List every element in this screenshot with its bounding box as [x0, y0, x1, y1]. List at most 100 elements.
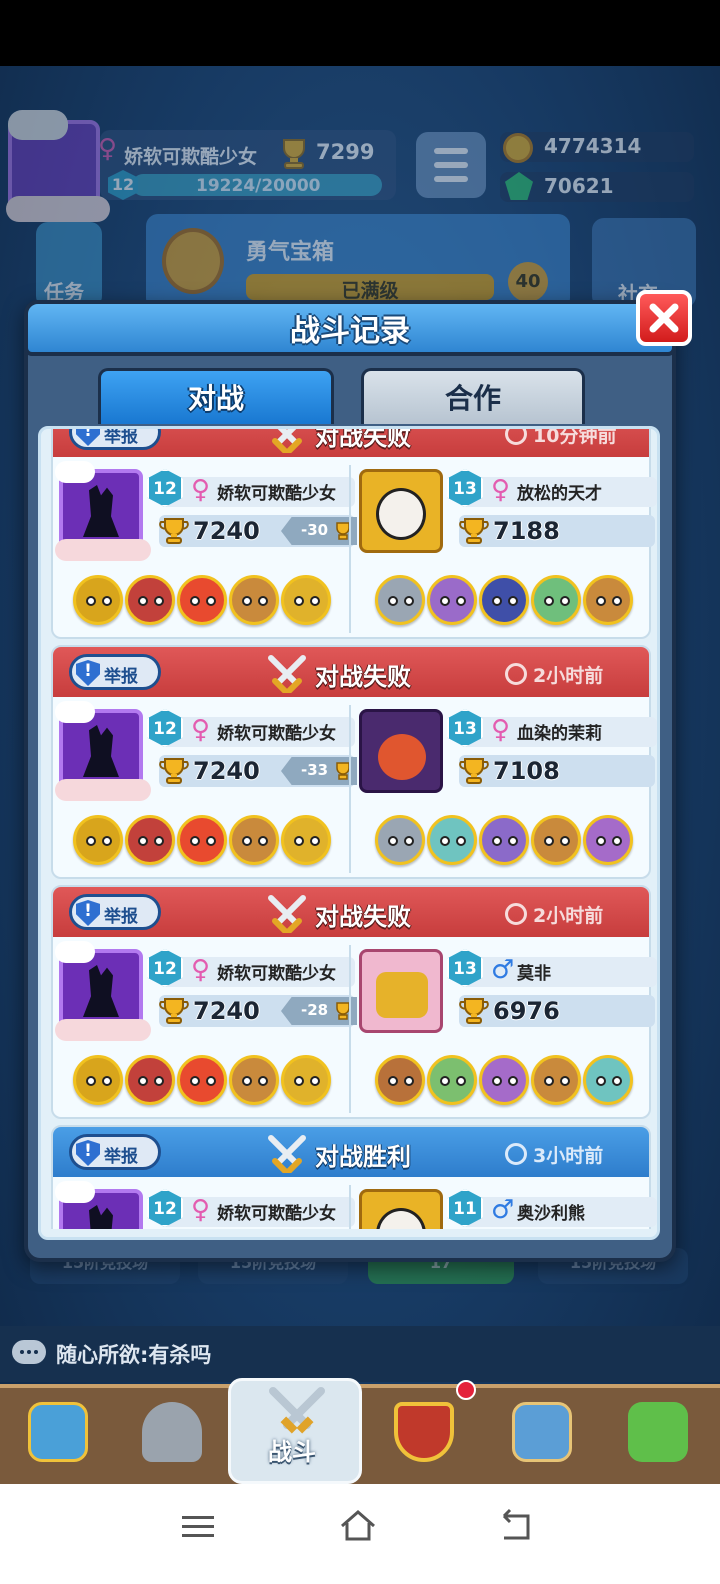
unit-icon[interactable] [229, 575, 279, 625]
records-list[interactable]: 举报 对战失败 10分钟前 12 ♀ 娇软可欺酷少女 7240 [38, 426, 660, 1240]
chest-number: 40 [508, 262, 548, 302]
trophy-row: 7240 -28 [159, 995, 357, 1027]
report-button[interactable]: 举报 [69, 1134, 161, 1170]
unit-icon[interactable] [177, 1055, 227, 1105]
my-info: 12 ♀ 娇软可欺酷少女 7240 -28 [147, 943, 387, 1043]
unit-icon[interactable] [125, 815, 175, 865]
unit-icon[interactable] [281, 815, 331, 865]
unit-icon[interactable] [73, 575, 123, 625]
unit-icon[interactable] [427, 1055, 477, 1105]
nav-tab-clan[interactable] [372, 1392, 472, 1480]
unit-icon[interactable] [583, 1055, 633, 1105]
report-button[interactable]: 举报 [69, 654, 161, 690]
nav-tab-events[interactable] [606, 1392, 706, 1480]
female-icon: ♀ [491, 715, 511, 745]
trophy-row: 6976 [459, 995, 655, 1027]
female-icon: ♀ [191, 475, 211, 505]
chat-bubble-icon [12, 1340, 46, 1364]
opponent-info: 13 ♂ 莫非 6976 [447, 943, 657, 1043]
unit-icon[interactable] [73, 1055, 123, 1105]
timer-icon [505, 663, 527, 685]
record-header: 举报 对战失败 10分钟前 [53, 426, 649, 457]
trophy-icon [283, 139, 305, 169]
report-button[interactable]: 举报 [69, 894, 161, 930]
unit-icon[interactable] [531, 575, 581, 625]
close-icon[interactable] [648, 302, 680, 334]
report-label: 举报 [104, 427, 138, 447]
female-icon: ♀ [191, 1195, 211, 1225]
unit-icon[interactable] [583, 815, 633, 865]
unit-icon[interactable] [177, 575, 227, 625]
unit-icon[interactable] [73, 815, 123, 865]
report-label: 举报 [104, 1147, 138, 1167]
xp-text: 19224/20000 [196, 176, 321, 196]
trophy-icon [459, 518, 489, 544]
battle-time: 10分钟前 [533, 426, 617, 447]
nav-battle-label: 战斗 [268, 1438, 316, 1466]
tab-versus[interactable]: 对战 [98, 368, 334, 424]
trophy-icon [159, 1237, 189, 1240]
divider [349, 465, 351, 633]
female-icon: ♀ [491, 475, 511, 505]
home-icon[interactable] [338, 1506, 378, 1546]
unit-icon[interactable] [125, 1055, 175, 1105]
unit-icon[interactable] [229, 815, 279, 865]
my-avatar[interactable] [55, 701, 151, 801]
opponent-info: 13 ♀ 血染的茉莉 7108 [447, 703, 657, 803]
nav-tab-shop[interactable] [6, 1392, 106, 1480]
player-name: 娇软可欺酷少女 [217, 964, 336, 984]
nav-tab-social[interactable] [490, 1392, 590, 1480]
shield-alert-icon [76, 660, 100, 686]
my-avatar[interactable] [55, 461, 151, 561]
unit-icon[interactable] [229, 1055, 279, 1105]
player-name: 娇软可欺酷少女 [217, 724, 336, 744]
battle-time: 3小时前 [533, 1145, 604, 1167]
unit-icon[interactable] [281, 1055, 331, 1105]
sprout-icon [628, 1402, 688, 1462]
people-icon [512, 1402, 572, 1462]
trophy-icon [159, 998, 189, 1024]
unit-icon[interactable] [583, 575, 633, 625]
opponent-avatar[interactable] [359, 709, 443, 793]
battle-result: 对战失败 [315, 663, 411, 691]
my-info: 12 ♀ 娇软可欺酷少女 7240 -30 [147, 463, 387, 563]
opponent-avatar[interactable] [359, 469, 443, 553]
opponent-avatar[interactable] [359, 949, 443, 1033]
report-button[interactable]: 举报 [69, 427, 161, 450]
divider [349, 945, 351, 1113]
unit-icon[interactable] [427, 815, 477, 865]
player-avatar[interactable] [6, 110, 110, 222]
player-name: 血染的茉莉 [517, 724, 602, 744]
unit-icon[interactable] [479, 575, 529, 625]
unit-icon[interactable] [531, 815, 581, 865]
unit-icon[interactable] [375, 1055, 425, 1105]
chest-title: 勇气宝箱 [246, 240, 335, 265]
unit-icon[interactable] [531, 1055, 581, 1105]
shield-alert-icon [76, 429, 100, 446]
unit-icon[interactable] [479, 815, 529, 865]
record-header: 举报 对战失败 2小时前 [53, 647, 649, 697]
female-icon: ♀ [191, 955, 211, 985]
unit-icon[interactable] [479, 1055, 529, 1105]
unit-icon[interactable] [427, 575, 477, 625]
timer-icon [505, 1143, 527, 1165]
report-label: 举报 [104, 907, 138, 927]
notification-dot [456, 1380, 476, 1400]
battle-time: 2小时前 [533, 905, 604, 927]
gem-value: 70621 [544, 174, 614, 198]
trophy-delta: -33 [301, 761, 329, 779]
back-icon[interactable] [496, 1506, 536, 1546]
menu-button[interactable] [416, 132, 486, 198]
unit-icon[interactable] [281, 575, 331, 625]
unit-icon[interactable] [375, 575, 425, 625]
unit-icon[interactable] [125, 575, 175, 625]
unit-icon[interactable] [177, 815, 227, 865]
nav-tab-units[interactable] [120, 1392, 220, 1480]
nav-tab-battle[interactable] [228, 1378, 362, 1484]
hud-player-name: 娇软可欺酷少女 [124, 146, 258, 168]
tab-coop[interactable]: 合作 [361, 368, 585, 424]
menu-lines-icon[interactable] [178, 1506, 218, 1546]
unit-icon[interactable] [375, 815, 425, 865]
crossed-swords-icon [268, 895, 306, 933]
my-avatar[interactable] [55, 941, 151, 1041]
